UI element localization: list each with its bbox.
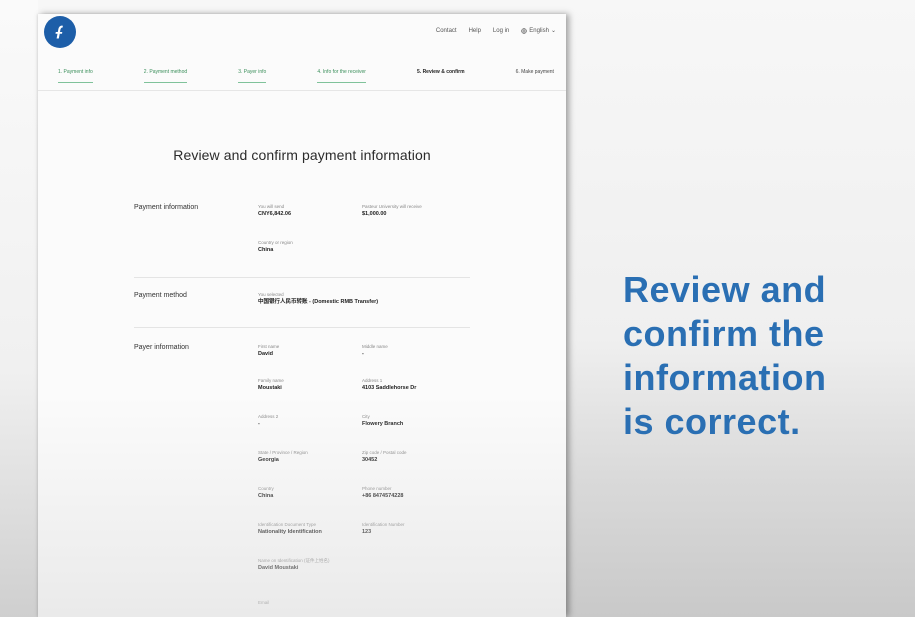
chevron-down-icon: ⌄	[550, 28, 556, 34]
step-review-confirm: 5. Review & confirm	[417, 69, 465, 75]
section-label: Payment information	[134, 204, 199, 211]
caption-line: confirm the	[623, 313, 825, 354]
field-zip: Zip code / Postal code 30452	[362, 450, 454, 464]
payer-info-section: Payer information First name David Middl…	[134, 344, 470, 617]
step-payment-method[interactable]: 2. Payment method	[143, 69, 188, 83]
field-value: David Moustaki	[258, 565, 299, 571]
section-label: Payer information	[134, 344, 189, 351]
field-id-name: Name on Identification (证件上姓名) David Mou…	[258, 558, 350, 572]
field-value: China	[258, 493, 274, 499]
field-receive-amount: Pasteur University will receive $1,000.0…	[362, 204, 454, 218]
field-value: 123	[362, 529, 372, 535]
field-first-name: First name David	[258, 344, 350, 358]
field-label: Email	[258, 600, 270, 605]
caption-line: is correct.	[623, 401, 801, 442]
caption-line: Review and	[623, 269, 827, 310]
language-selector[interactable]: English ⌄	[521, 27, 556, 34]
field-phone: Phone number +86 8474574228	[362, 486, 454, 500]
payment-method-section: Payment method You selected 中国银行人民币转账 - …	[134, 292, 470, 328]
caption-line: information	[623, 357, 827, 398]
field-value: David	[258, 351, 273, 357]
field-address-2: Address 2 -	[258, 414, 350, 428]
field-value: China	[258, 247, 274, 253]
field-value: Moustaki	[258, 385, 282, 391]
section-label: Payment method	[134, 292, 187, 299]
top-navigation: Contact Help Log in English ⌄	[436, 27, 556, 35]
field-value: +86 8474574228	[362, 493, 404, 499]
step-make-payment: 6. Make payment	[515, 69, 554, 75]
background-left-strip	[0, 0, 38, 617]
field-value: Nationality Identification	[258, 529, 322, 535]
field-value: Georgia	[258, 457, 279, 463]
field-middle-name: Middle name -	[362, 344, 454, 358]
field-value: -	[258, 421, 260, 427]
step-payer-info[interactable]: 3. Payer info	[238, 69, 267, 83]
flywire-logo[interactable]	[44, 16, 76, 48]
field-selected-method: You selected 中国银行人民币转账 - (Domestic RMB T…	[258, 292, 468, 306]
login-link[interactable]: Log in	[493, 27, 509, 34]
language-label: English	[529, 27, 549, 34]
field-value: Flowery Branch	[362, 421, 404, 427]
field-state: State / Province / Region Georgia	[258, 450, 350, 464]
field-value: -	[362, 351, 364, 357]
field-value: 30452	[362, 457, 378, 463]
field-id-number: Identification Number 123	[362, 522, 454, 536]
field-send-amount: You will send CNY6,842.06	[258, 204, 350, 218]
progress-steps: 1. Payment info 2. Payment method 3. Pay…	[38, 69, 566, 91]
caption-overlay: Review and confirm the information is co…	[623, 268, 903, 444]
page-title: Review and confirm payment information	[173, 147, 431, 163]
contact-link[interactable]: Contact	[436, 27, 457, 34]
flywire-f-icon	[55, 25, 63, 39]
step-payment-info[interactable]: 1. Payment info	[58, 69, 93, 83]
field-country: Country or region China	[258, 240, 350, 254]
step-receiver-info[interactable]: 4. Info for the receiver	[317, 69, 366, 83]
field-country: Country China	[258, 486, 350, 500]
field-value: $1,000.00	[362, 211, 387, 217]
field-city: City Flowery Branch	[362, 414, 454, 428]
browser-page: Contact Help Log in English ⌄ 1. Payment…	[38, 14, 566, 617]
payment-info-section: Payment information You will send CNY6,8…	[134, 204, 470, 278]
field-family-name: Family name Moustaki	[258, 378, 350, 392]
field-id-type: Identification Document Type Nationality…	[258, 522, 350, 536]
field-address-1: Address 1 4103 Saddlehorse Dr	[362, 378, 454, 392]
field-value: 4103 Saddlehorse Dr	[362, 385, 417, 391]
field-email: Email	[258, 600, 350, 606]
field-value: CNY6,842.06	[258, 211, 292, 217]
field-value: 中国银行人民币转账 - (Domestic RMB Transfer)	[258, 299, 379, 305]
globe-icon	[521, 27, 527, 34]
help-link[interactable]: Help	[469, 27, 481, 34]
